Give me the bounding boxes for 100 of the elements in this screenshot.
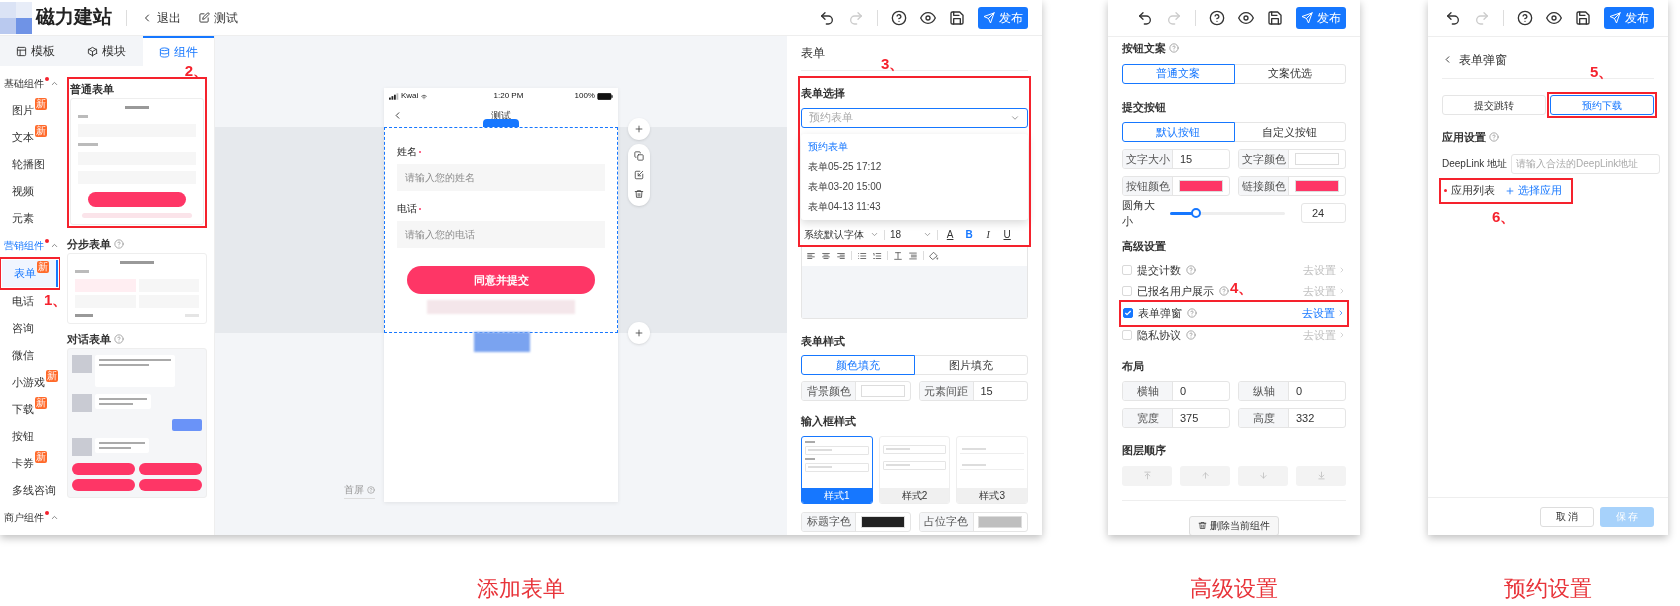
segment-tab[interactable]: 颜色填充: [801, 355, 915, 375]
input-field[interactable]: 0: [1173, 382, 1229, 400]
align-left-icon[interactable]: [806, 250, 816, 261]
cancel-button[interactable]: 取 消: [1540, 506, 1594, 527]
input-field[interactable]: 15: [973, 382, 1027, 400]
input-field[interactable]: 15: [1173, 150, 1229, 168]
nav-item[interactable]: 电话: [0, 288, 35, 315]
nav-item[interactable]: 视频: [0, 178, 35, 205]
align-center-icon[interactable]: [821, 250, 831, 261]
format-button[interactable]: A: [943, 227, 958, 242]
nav-item[interactable]: 元素: [0, 205, 35, 232]
segment-tab[interactable]: 预约下载: [1550, 95, 1654, 115]
nav-item[interactable]: 轮播图: [0, 151, 46, 178]
undo-icon[interactable]: [1445, 10, 1461, 26]
size-select[interactable]: 18: [890, 227, 933, 242]
nav-item[interactable]: 表单: [2, 260, 37, 287]
header-link[interactable]: 测试: [199, 8, 238, 27]
copy-icon[interactable]: [634, 151, 644, 161]
input-field[interactable]: 375: [1173, 409, 1229, 427]
color-swatch[interactable]: [860, 385, 905, 397]
fill-icon[interactable]: [929, 250, 939, 261]
panel-tab[interactable]: 模块: [71, 36, 143, 66]
trash-icon[interactable]: [634, 189, 644, 199]
nav-item[interactable]: 多线咨询: [0, 477, 57, 504]
input-field[interactable]: 24: [1301, 203, 1346, 223]
nav-item[interactable]: 小游戏: [0, 369, 46, 396]
align-right-icon[interactable]: [836, 250, 846, 261]
panel-tab[interactable]: 模板: [0, 36, 72, 66]
color-swatch[interactable]: [1295, 180, 1339, 192]
collapse-icon[interactable]: [50, 79, 59, 88]
import-icon[interactable]: [634, 170, 644, 180]
segment-tab[interactable]: 文案优选: [1233, 63, 1346, 84]
format-button[interactable]: I: [981, 227, 996, 242]
nav-item[interactable]: 卡券: [0, 450, 35, 477]
save-icon[interactable]: [949, 9, 965, 26]
publish-button[interactable]: 发布: [978, 6, 1028, 29]
nav-item[interactable]: 图片: [0, 97, 35, 124]
header-link[interactable]: 退出: [141, 8, 181, 27]
redo-icon[interactable]: [848, 9, 864, 26]
redo-icon[interactable]: [1474, 10, 1490, 26]
drag-handle[interactable]: [483, 119, 519, 127]
line-height-icon[interactable]: [893, 250, 903, 261]
settings-link[interactable]: 去设置: [1302, 304, 1345, 322]
spacing-icon[interactable]: [908, 250, 918, 261]
nav-item[interactable]: 咨询: [0, 315, 35, 342]
save-icon[interactable]: [1575, 10, 1591, 26]
color-swatch[interactable]: [978, 515, 1023, 528]
font-select[interactable]: 系统默认字体: [804, 227, 879, 242]
slider-thumb[interactable]: [1191, 207, 1202, 218]
style-card[interactable]: 样式2: [878, 435, 951, 504]
collapse-icon[interactable]: [50, 513, 59, 522]
format-button[interactable]: U: [1000, 227, 1015, 242]
input-field[interactable]: 0: [1289, 382, 1345, 400]
nav-item[interactable]: 文本: [0, 124, 35, 151]
delete-button[interactable]: 删除当前组件: [1189, 515, 1279, 535]
style-card[interactable]: 样式3: [956, 435, 1028, 504]
format-button[interactable]: B: [962, 227, 977, 242]
category-title[interactable]: 基础组件: [4, 76, 44, 91]
segment-tab[interactable]: 自定义按钮: [1233, 122, 1346, 142]
color-swatch[interactable]: [1179, 180, 1223, 192]
undo-icon[interactable]: [819, 9, 835, 26]
dropdown-option[interactable]: 表单04-13 11:43: [801, 196, 1028, 217]
eye-icon[interactable]: [920, 9, 936, 26]
segment-tab[interactable]: 图片填充: [914, 355, 1028, 375]
collapse-icon[interactable]: [50, 241, 59, 250]
help-icon[interactable]: [891, 9, 907, 26]
segment-tab[interactable]: 默认按钮: [1122, 122, 1235, 142]
nav-item[interactable]: 下载: [0, 396, 35, 423]
numbered-list-icon[interactable]: [872, 250, 882, 261]
dropdown-option[interactable]: 预约表单: [801, 136, 1028, 157]
add-button[interactable]: [628, 322, 650, 344]
category-title[interactable]: 营销组件: [4, 238, 44, 253]
dropdown-option[interactable]: 表单03-20 15:00: [801, 176, 1028, 197]
category-title[interactable]: 商户组件: [4, 510, 44, 525]
save-icon[interactable]: [1267, 10, 1283, 26]
publish-button[interactable]: 发布: [1296, 7, 1346, 29]
help-icon[interactable]: [1517, 10, 1533, 26]
bullet-list-icon[interactable]: [857, 250, 867, 261]
slider-track[interactable]: [1170, 211, 1285, 215]
color-swatch[interactable]: [1295, 153, 1339, 165]
nav-item[interactable]: 微信: [0, 342, 35, 369]
submit-button[interactable]: 同意并提交: [407, 266, 595, 294]
select-app-link[interactable]: 选择应用: [1505, 182, 1562, 199]
eye-icon[interactable]: [1546, 10, 1562, 26]
add-button[interactable]: [628, 118, 650, 140]
eye-icon[interactable]: [1238, 10, 1254, 26]
color-swatch[interactable]: [860, 515, 905, 528]
undo-icon[interactable]: [1137, 10, 1153, 26]
nav-item[interactable]: 按钮: [0, 423, 35, 450]
input-field[interactable]: 请输入合法的DeepLink地址: [1511, 153, 1660, 174]
redo-icon[interactable]: [1166, 10, 1182, 26]
dropdown-option[interactable]: 表单05-25 17:12: [801, 156, 1028, 177]
publish-button[interactable]: 发布: [1604, 7, 1654, 29]
panel-tab[interactable]: 组件: [142, 36, 214, 66]
checkbox[interactable]: [1123, 308, 1133, 318]
segment-tab[interactable]: 普通文案: [1122, 63, 1235, 84]
help-icon[interactable]: [1209, 10, 1225, 26]
input-field[interactable]: 332: [1289, 409, 1345, 427]
form-section[interactable]: 姓名 请输入您的姓名 电话 请输入您的电话 同意并提交: [384, 127, 618, 333]
style-card[interactable]: 样式1: [801, 435, 873, 504]
